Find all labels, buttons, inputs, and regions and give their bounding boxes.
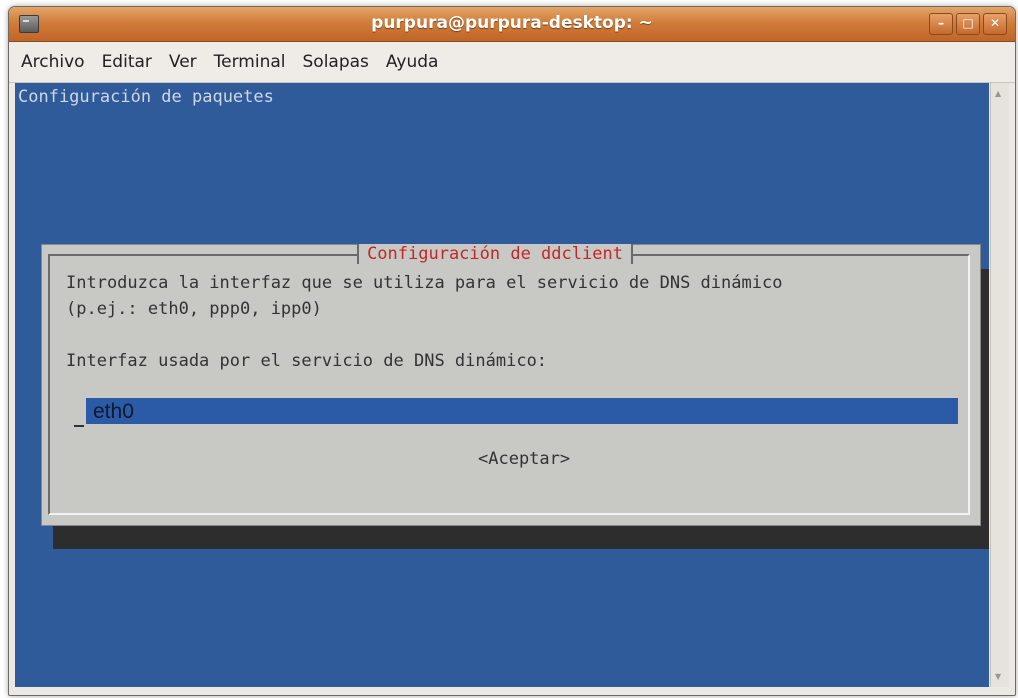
maximize-button[interactable]: □ xyxy=(956,13,980,35)
menu-ayuda[interactable]: Ayuda xyxy=(386,52,439,72)
menu-terminal[interactable]: Terminal xyxy=(214,52,286,72)
scroll-up-icon[interactable]: ▲ xyxy=(995,89,1001,98)
dialog-title: Configuración de ddclient xyxy=(357,244,633,264)
menu-bar: Archivo Editar Ver Terminal Solapas Ayud… xyxy=(9,42,1015,83)
menu-ver[interactable]: Ver xyxy=(169,52,197,72)
package-config-header: Configuración de paquetes xyxy=(18,87,274,107)
close-button[interactable]: ✕ xyxy=(983,13,1007,35)
scroll-down-icon[interactable]: ▼ xyxy=(995,672,1001,681)
interface-input[interactable]: eth0 xyxy=(86,398,958,424)
dialog-frame: Configuración de ddclient xyxy=(48,244,970,515)
terminal-area[interactable]: Configuración de paquetes Configuración … xyxy=(15,83,989,687)
ddclient-config-dialog: Configuración de ddclient Introduzca la … xyxy=(41,244,981,526)
menu-solapas[interactable]: Solapas xyxy=(303,52,369,72)
title-bar[interactable]: purpura@purpura-desktop: ~ – □ ✕ xyxy=(9,7,1015,42)
window-title: purpura@purpura-desktop: ~ xyxy=(371,13,653,33)
dialog-description: Introduzca la interfaz que se utiliza pa… xyxy=(66,273,783,293)
accept-button[interactable]: <Aceptar> xyxy=(478,449,570,469)
interface-input-value: eth0 xyxy=(93,400,134,423)
menu-editar[interactable]: Editar xyxy=(102,52,152,72)
menu-archivo[interactable]: Archivo xyxy=(21,52,85,72)
dialog-examples: (p.ej.: eth0, ppp0, ipp0) xyxy=(66,299,322,319)
vertical-scrollbar[interactable]: ▲ ▼ xyxy=(990,83,1009,687)
terminal-window: purpura@purpura-desktop: ~ – □ ✕ Archivo… xyxy=(8,6,1016,696)
interface-prompt: Interfaz usada por el servicio de DNS di… xyxy=(66,351,548,371)
minimize-button[interactable]: – xyxy=(929,13,953,35)
window-controls: – □ ✕ xyxy=(929,13,1007,35)
input-cursor xyxy=(74,403,84,427)
